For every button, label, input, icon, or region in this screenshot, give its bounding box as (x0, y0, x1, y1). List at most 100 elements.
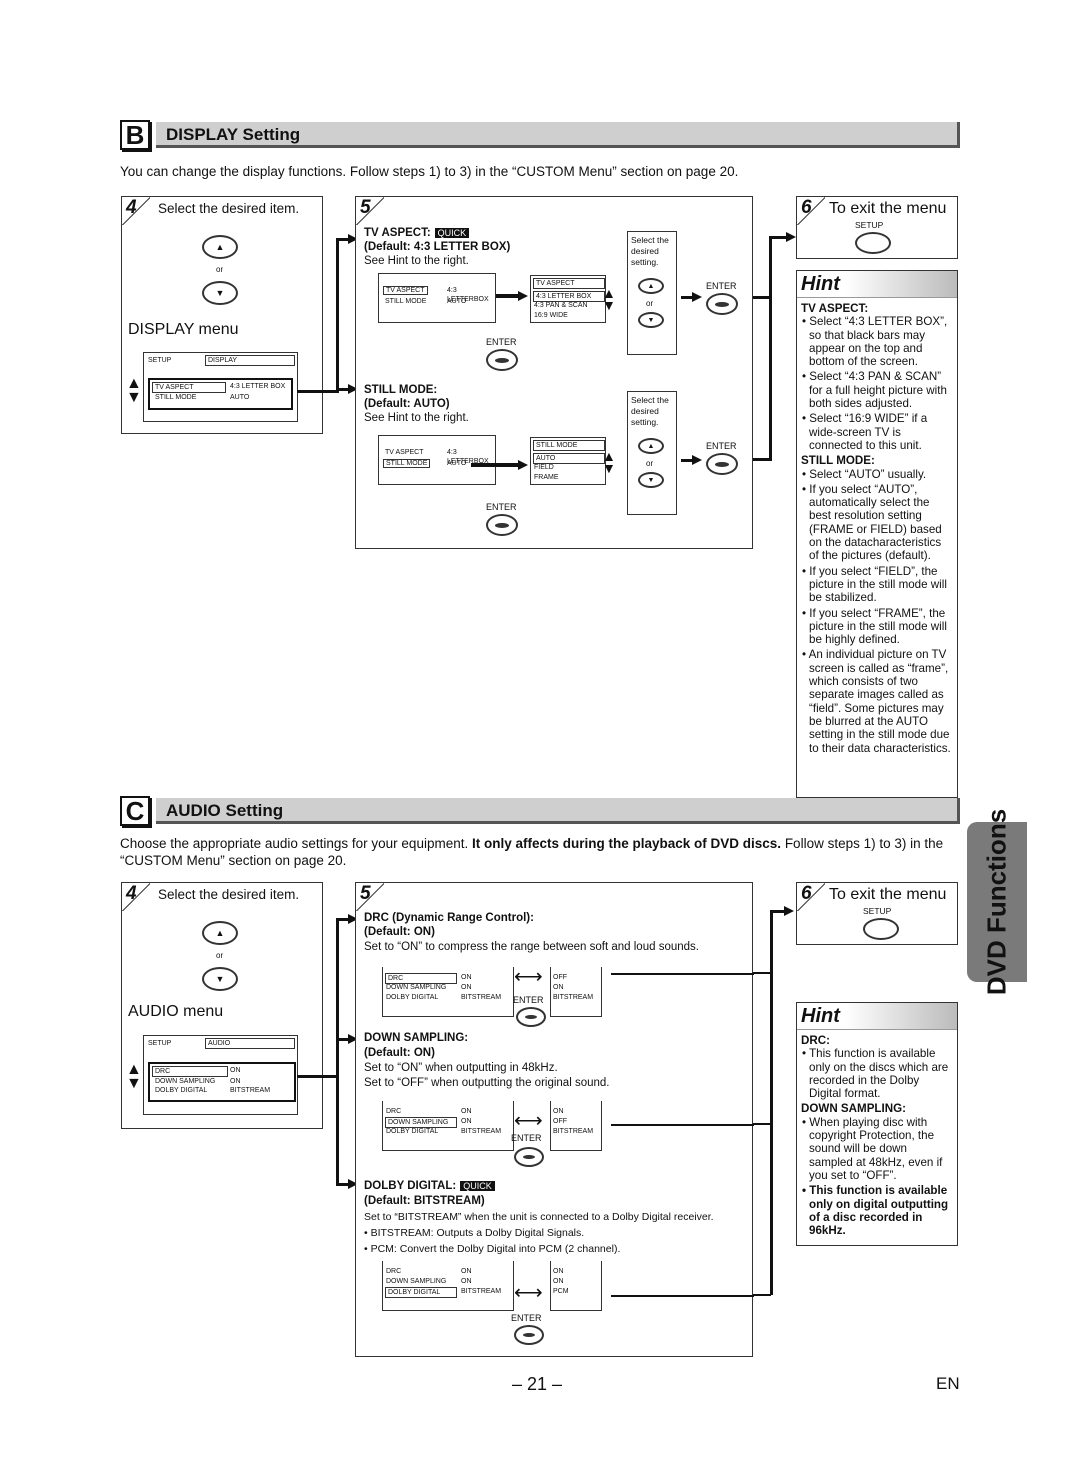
section-title: AUDIO Setting (156, 798, 960, 824)
down-sampling-default: (Default: ON) (364, 1047, 435, 1059)
setup-label: SETUP (863, 906, 892, 916)
step-number: 4 (126, 197, 137, 218)
option-pan-scan[interactable]: 4:3 PAN & SCAN (534, 301, 588, 310)
up-down-arrow-icon: ▲ ▼ (126, 375, 142, 406)
still-mode-options: STILL MODE AUTO FIELD FRAME (530, 437, 606, 485)
or-label: or (216, 265, 224, 274)
step-title: To exit the menu (829, 886, 947, 903)
audio-step4-box: 4 Select the desired item. ▲ or ▼ AUDIO … (121, 882, 323, 1129)
audio-intro: Choose the appropriate audio settings fo… (120, 836, 944, 868)
dolby-left-screen: DRC ON DOWN SAMPLING ON DOLBY DIGITAL BI… (382, 1261, 514, 1311)
swap-arrow-icon: ⟷ (514, 1282, 543, 1304)
tv-aspect-heading: TV ASPECT: QUICK (364, 227, 470, 240)
hint-title: Hint (797, 1003, 957, 1030)
tv-aspect-default: (Default: 4:3 LETTER BOX) (364, 241, 511, 253)
dolby-right-screen: ON ON PCM (550, 1261, 602, 1311)
still-mode-default: (Default: AUTO) (364, 398, 450, 410)
enter-button-icon (514, 1147, 544, 1167)
down-button-icon: ▼ (638, 312, 664, 328)
hint-bullet-bold: • This function is available only on dig… (802, 1184, 949, 1238)
dolby-default: (Default: BITSTREAM) (364, 1195, 485, 1207)
option-field[interactable]: FIELD (534, 463, 554, 472)
down-sampling-heading: DOWN SAMPLING: (364, 1032, 469, 1044)
menu-label: DISPLAY menu (128, 321, 239, 338)
down-sampling-desc: Set to “OFF” when outputting the origina… (364, 1077, 610, 1089)
option-frame[interactable]: FRAME (534, 473, 559, 482)
hint-bullet: • Select “AUTO” usually. (802, 467, 927, 481)
section-letter: B (120, 120, 150, 150)
hint-bullet: • Select “4:3 PAN & SCAN” for a full hei… (802, 370, 947, 411)
step-title: Select the desired item. (158, 887, 300, 902)
dvd-functions-tab: DVD Functions (967, 809, 1027, 995)
up-button-icon: ▲ (202, 921, 238, 945)
up-down-arrow-icon: ▲ ▼ (602, 285, 616, 313)
tv-aspect-screen: TV ASPECT 4:3 LETTERBOX STILL MODE AUTO (378, 273, 496, 323)
select-setting-callout: Select the desired setting. ▲ or ▼ (627, 391, 677, 515)
enter-label: ENTER (513, 995, 544, 1005)
down-sampling-right-screen: ON OFF BITSTREAM (550, 1101, 602, 1151)
menu-rows: TV ASPECT 4:3 LETTER BOX STILL MODE AUTO (148, 378, 293, 410)
display-step5-box: 5 TV ASPECT: QUICK (Default: 4:3 LETTER B… (355, 196, 753, 549)
step-number: 5 (360, 883, 371, 904)
enter-button-icon (486, 514, 518, 536)
audio-step5-box: 5 DRC (Dynamic Range Control): (Default:… (355, 882, 754, 1357)
hint-bullet: • When playing disc with copyright Prote… (802, 1115, 943, 1182)
up-button-icon: ▲ (638, 438, 664, 454)
section-title: DISPLAY Setting (156, 122, 960, 148)
tv-aspect-options: TV ASPECT 4:3 LETTER BOX 4:3 PAN & SCAN … (530, 275, 606, 323)
swap-arrow-icon: ⟷ (514, 1110, 543, 1132)
still-mode-heading: STILL MODE: (364, 384, 438, 396)
hint-heading: STILL MODE: (801, 454, 875, 468)
dolby-bullet: • BITSTREAM: Outputs a Dolby Digital Sig… (364, 1227, 585, 1239)
option-wide[interactable]: 16:9 WIDE (534, 311, 568, 320)
audio-hint-box: Hint DRC: • This function is available o… (796, 1002, 958, 1246)
quick-badge: QUICK (460, 1181, 495, 1191)
setup-button-icon (855, 232, 891, 254)
display-step4-box: 4 Select the desired item. ▲ or ▼ DISPLA… (121, 196, 323, 434)
up-button-icon: ▲ (202, 235, 238, 259)
language-label: EN (936, 1374, 960, 1393)
page-number: – 21 – (512, 1374, 563, 1394)
drc-right-screen: OFF ON BITSTREAM (550, 967, 602, 1017)
hint-bullet: • If you select “AUTO”, automatically se… (802, 482, 942, 563)
down-button-icon: ▼ (638, 472, 664, 488)
display-section-header: B DISPLAY Setting (120, 120, 960, 150)
step-number: 6 (801, 883, 812, 904)
hint-bullet: • Select “4:3 LETTER BOX”, so that black… (802, 315, 948, 369)
step-title: Select the desired item. (158, 201, 300, 216)
down-button-icon: ▼ (202, 967, 238, 991)
hint-bullet: • If you select “FRAME”, the picture in … (802, 606, 947, 647)
enter-button-icon (486, 349, 518, 371)
still-mode-note: See Hint to the right. (364, 412, 469, 424)
audio-step6-box: 6 To exit the menu SETUP (796, 882, 958, 945)
dolby-desc: Set to “BITSTREAM” when the unit is conn… (364, 1211, 714, 1223)
enter-label: ENTER (706, 281, 737, 291)
hint-bullet: • Select “16:9 WIDE” if a wide-screen TV… (802, 412, 928, 452)
enter-label: ENTER (706, 441, 737, 451)
enter-label: ENTER (511, 1313, 542, 1323)
enter-button-icon (706, 293, 738, 315)
setup-label: SETUP (855, 220, 884, 230)
drc-default: (Default: ON) (364, 926, 435, 938)
menu-label: AUDIO menu (128, 1003, 224, 1020)
hint-title: Hint (797, 271, 957, 298)
display-hint-box: Hint TV ASPECT: • Select “4:3 LETTER BOX… (796, 270, 958, 798)
hint-heading: DOWN SAMPLING: (801, 1102, 906, 1116)
enter-button-icon (706, 453, 738, 475)
step-number: 5 (360, 197, 371, 218)
up-down-arrow-icon: ▲ ▼ (602, 448, 616, 476)
quick-badge: QUICK (434, 228, 470, 238)
setup-button-icon (863, 918, 899, 940)
up-button-icon: ▲ (638, 278, 664, 294)
hint-heading: DRC: (801, 1034, 830, 1047)
still-mode-screen: TV ASPECT 4:3 LETTERBOX STILL MODE AUTO (378, 435, 496, 485)
enter-label: ENTER (486, 502, 517, 512)
dolby-heading: DOLBY DIGITAL: QUICK (364, 1180, 495, 1193)
drc-heading: DRC (Dynamic Range Control): (364, 912, 534, 924)
enter-button-icon (514, 1325, 544, 1345)
audio-menu-screen: SETUP AUDIO DRC ON DOWN SAMPLING ON DOLBY … (143, 1035, 298, 1115)
step-number: 6 (801, 197, 812, 218)
display-menu-screen: SETUP DISPLAY TV ASPECT 4:3 LETTER BOX ST… (143, 352, 298, 422)
display-step6-box: 6 To exit the menu SETUP (796, 196, 958, 259)
step-number: 4 (126, 883, 137, 904)
